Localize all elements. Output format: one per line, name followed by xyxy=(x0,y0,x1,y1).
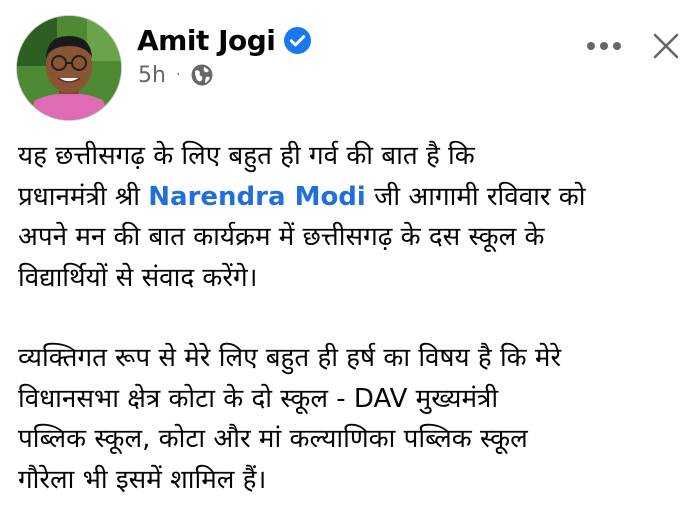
globe-icon[interactable] xyxy=(190,63,214,87)
author-name[interactable]: Amit Jogi xyxy=(137,24,276,57)
meta-separator: · xyxy=(175,67,181,83)
close-icon xyxy=(653,33,679,59)
post-timestamp[interactable]: 5h xyxy=(138,63,166,88)
author-row: Amit Jogi xyxy=(137,20,312,60)
mention-link[interactable]: Narendra Modi xyxy=(148,182,366,212)
more-options-button[interactable] xyxy=(581,30,627,60)
post-paragraph-1: यह छत्तीसगढ़ के लिए बहुत ही गर्व की बात … xyxy=(18,136,682,298)
verified-badge-icon xyxy=(284,26,312,54)
profile-photo xyxy=(17,16,121,120)
post-paragraph-2: व्यक्तिगत रूप से मेरे लिए बहुत ही हर्ष क… xyxy=(18,343,562,495)
post-header: Amit Jogi 5h · xyxy=(0,0,684,121)
post-meta: 5h · xyxy=(138,60,214,90)
more-options-icon xyxy=(587,42,621,50)
close-button[interactable] xyxy=(650,30,682,62)
facebook-post: Amit Jogi 5h · यह छत्तीसगढ़ के लिए बहुत … xyxy=(0,0,684,513)
post-body: यह छत्तीसगढ़ के लिए बहुत ही गर्व की बात … xyxy=(18,136,682,500)
author-avatar[interactable] xyxy=(16,15,122,121)
